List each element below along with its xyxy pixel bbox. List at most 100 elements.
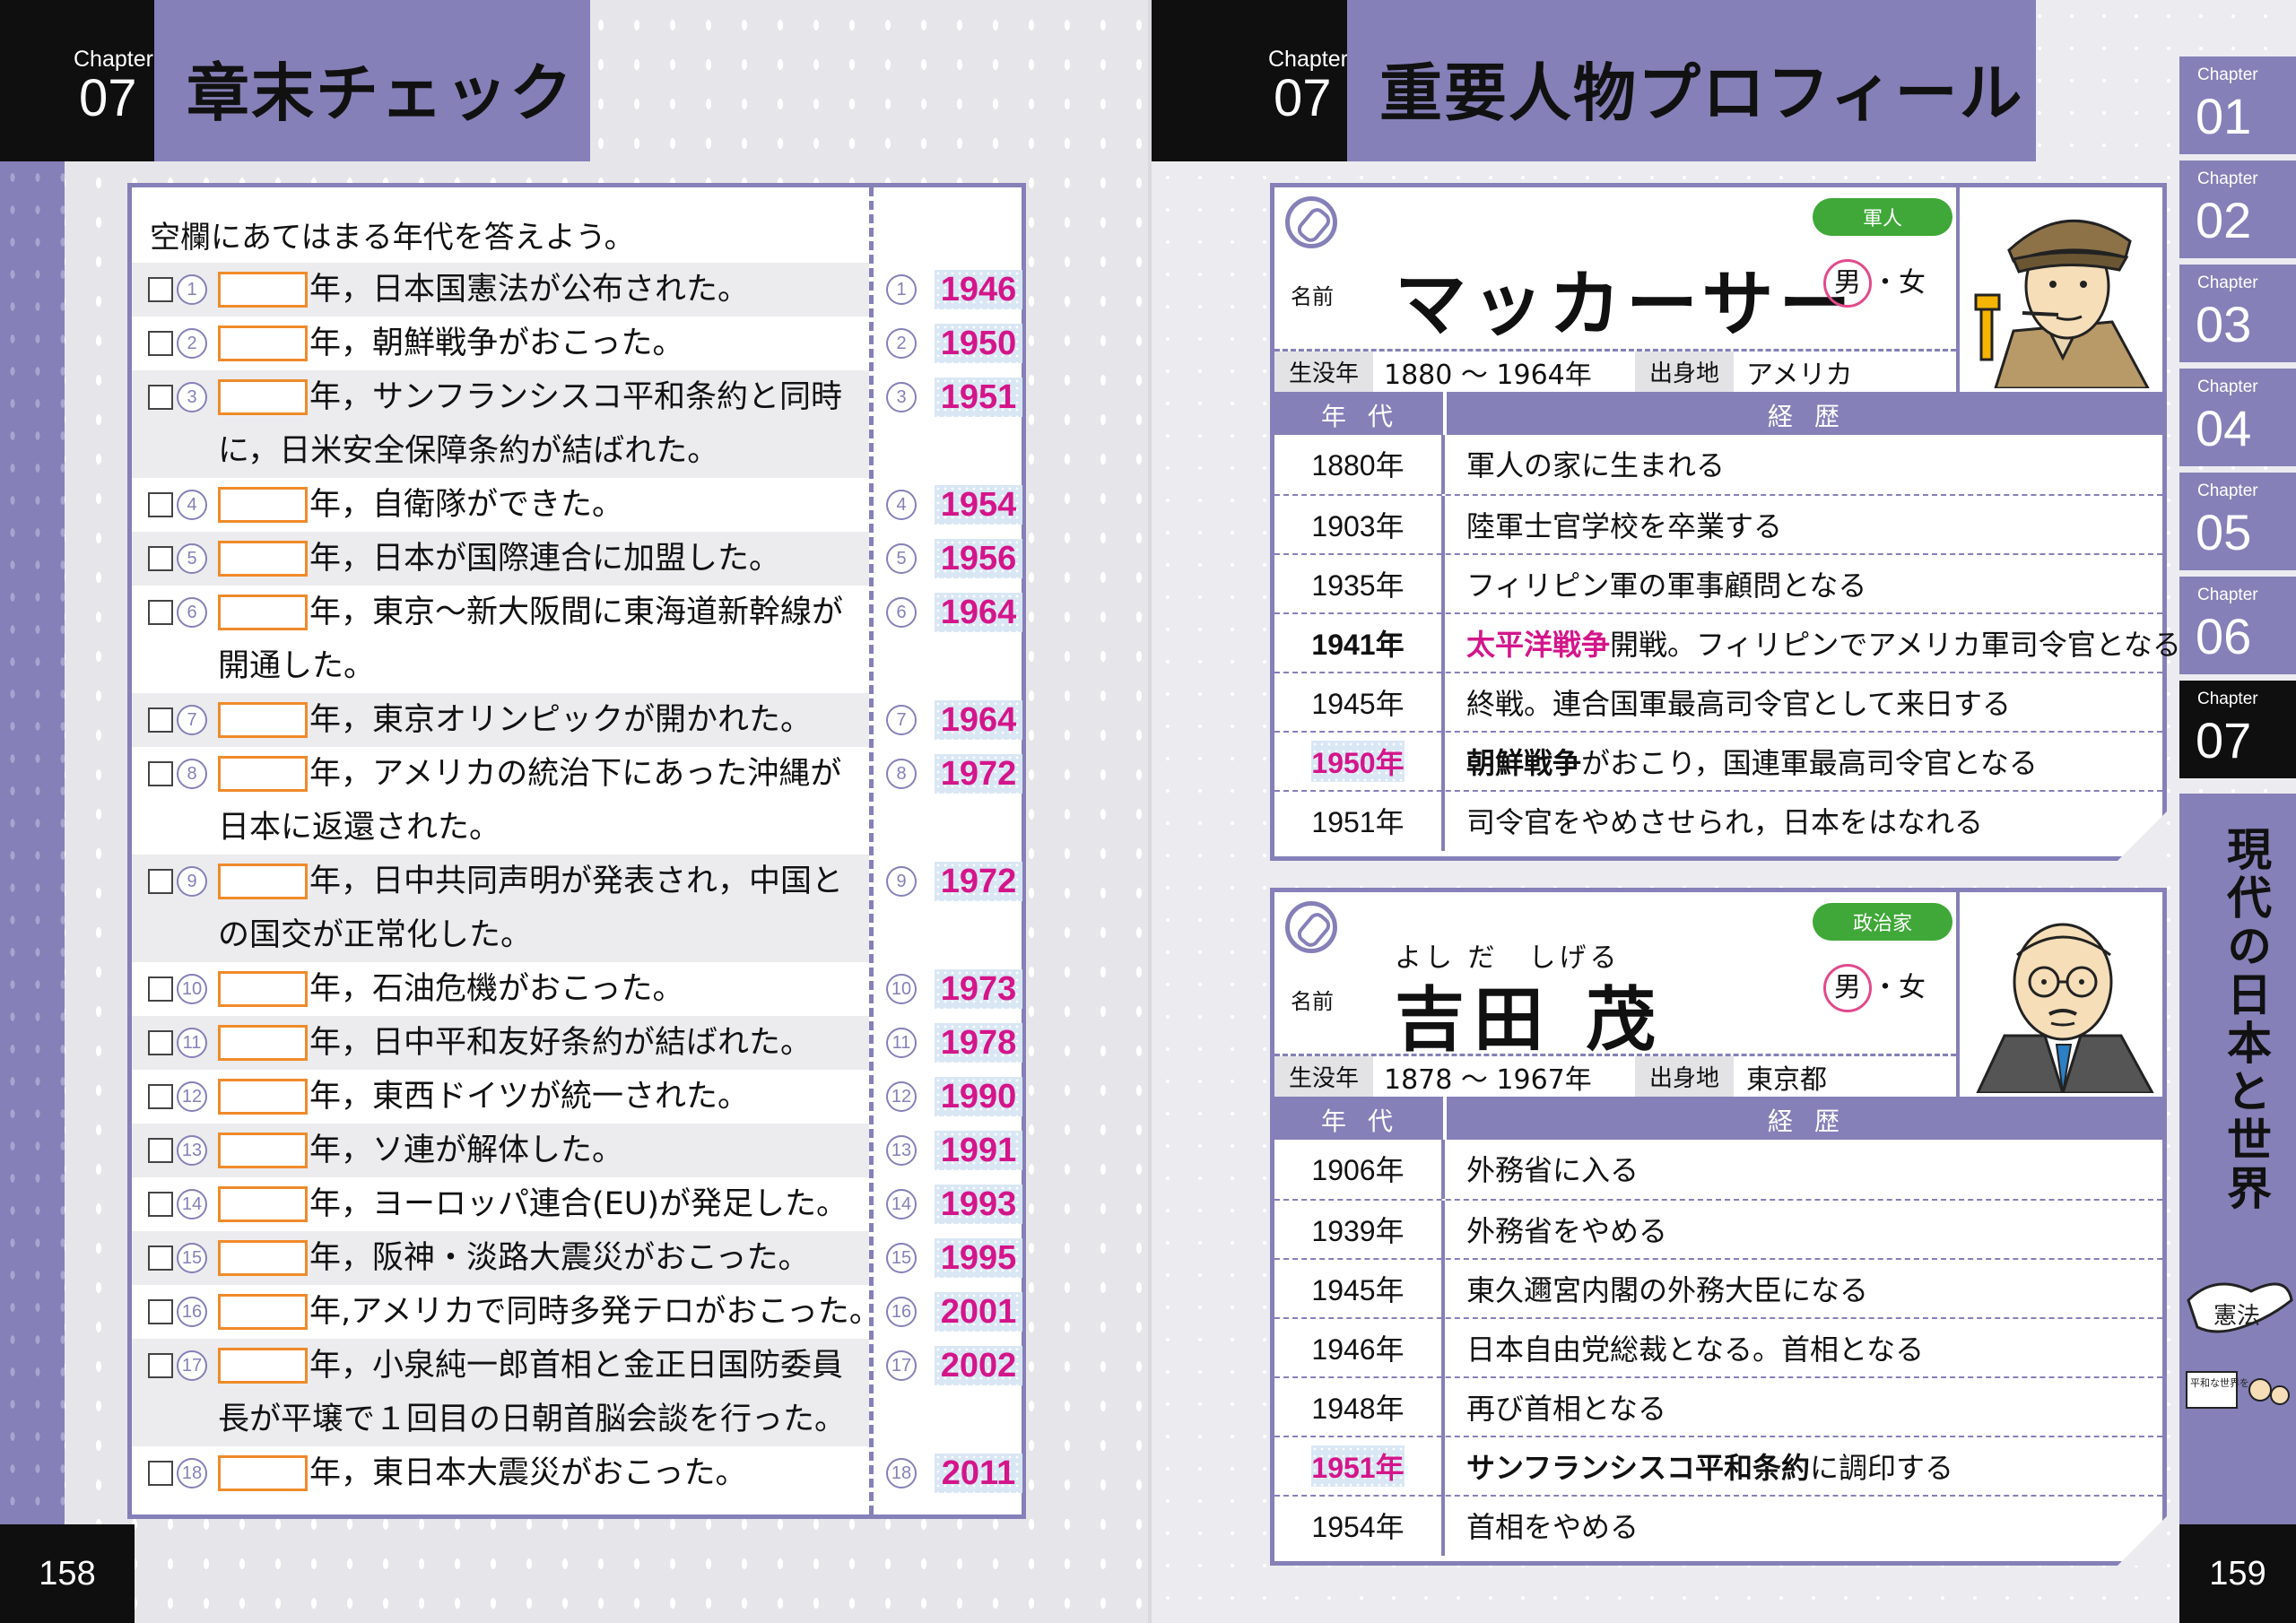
answer-item: 3 1951 — [881, 370, 1024, 424]
answer-blank[interactable] — [218, 1294, 308, 1330]
column-divider — [1441, 555, 1445, 614]
question-checkbox[interactable] — [148, 1138, 173, 1163]
answer-year: 1995 — [935, 1238, 1022, 1278]
history-year-text: 1948年 — [1311, 1393, 1405, 1425]
side-tab-word: Chapter — [2197, 169, 2258, 188]
question-text: 年，ソ連が解体した。 — [309, 1133, 624, 1168]
side-tab-chapter-07[interactable]: Chapter 07 — [2179, 678, 2296, 778]
answer-blank[interactable] — [218, 756, 308, 792]
answer-blank[interactable] — [218, 971, 308, 1007]
answer-year: 1991 — [935, 1131, 1022, 1170]
answer-year: 1946 — [935, 270, 1022, 309]
side-tab-chapter-06[interactable]: Chapter 06 — [2179, 574, 2296, 674]
lifespan-value: 1880 ～ 1964年 — [1384, 359, 1592, 391]
question-checkbox[interactable] — [148, 277, 173, 302]
question-text: 年，日中平和友好条約が結ばれた。 — [309, 1025, 813, 1061]
answer-blank[interactable] — [218, 702, 308, 738]
history-event: 朝鮮戦争 がおこり，国連軍最高司令官となる — [1466, 733, 2038, 790]
history-text: 外務省をやめる — [1466, 1214, 1668, 1248]
question-checkbox[interactable] — [148, 1030, 173, 1055]
question-checkbox[interactable] — [148, 385, 173, 410]
question-number: 16 — [177, 1297, 207, 1327]
history-row: 1906年 外務省に入る — [1274, 1140, 2162, 1199]
answer-year: 1978 — [935, 1023, 1022, 1063]
history-event: 外務省をやめる — [1466, 1201, 1667, 1258]
role-badge: 軍人 — [1813, 198, 1952, 236]
question-checkbox[interactable] — [148, 546, 173, 571]
side-tab-chapter-02[interactable]: Chapter 02 — [2179, 158, 2296, 258]
question-checkbox[interactable] — [148, 1353, 173, 1378]
question-number: 11 — [177, 1028, 207, 1058]
question-checkbox[interactable] — [148, 976, 173, 1002]
question-checkbox[interactable] — [148, 707, 173, 733]
question-text: 年，日本が国際連合に加盟した。 — [309, 541, 781, 577]
answer-blank[interactable] — [218, 1348, 308, 1384]
history-keyword: 朝鮮戦争 — [1466, 746, 1582, 780]
page-number-right: 159 — [2179, 1524, 2296, 1623]
side-tab-chapter-04[interactable]: Chapter 04 — [2179, 366, 2296, 466]
history-text: 首相をやめる — [1466, 1510, 1639, 1544]
answer-blank[interactable] — [218, 864, 308, 899]
question-checkbox[interactable] — [148, 331, 173, 356]
question-checkbox[interactable] — [148, 600, 173, 625]
history-row: 1945年 終戦。連合国軍最高司令官として来日する — [1274, 672, 2162, 733]
gender-male: 男 — [1823, 259, 1872, 308]
question-checkbox[interactable] — [148, 869, 173, 894]
answer-blank[interactable] — [218, 1025, 308, 1061]
answer-blank[interactable] — [218, 1455, 308, 1491]
answer-blank[interactable] — [218, 272, 308, 308]
answer-item: 12 1990 — [881, 1070, 1024, 1124]
col-history-header: 経歴 — [1768, 1107, 1862, 1136]
side-tab-chapter-01[interactable]: Chapter 01 — [2179, 54, 2296, 154]
quiz-question: 2 年，朝鮮戦争がおこった。 — [132, 317, 869, 370]
history-year-text: 1935年 — [1311, 569, 1405, 602]
quiz-question: 12 年，東西ドイツが統一された。 — [132, 1070, 869, 1124]
answer-number: 3 — [886, 382, 917, 412]
history-year: 1941年 — [1274, 614, 1441, 672]
side-tab-chapter-05[interactable]: Chapter 05 — [2179, 470, 2296, 570]
gender-selector: 男・女 — [1823, 259, 1926, 308]
question-checkbox[interactable] — [148, 1461, 173, 1486]
column-divider — [1441, 614, 1445, 673]
page-fold-corner — [2118, 812, 2167, 861]
quiz-instruction: 空欄にあてはまる年代を答えよう。 — [150, 220, 635, 256]
side-tab-chapter-03[interactable]: Chapter 03 — [2179, 262, 2296, 362]
birthplace-value: 東京都 — [1746, 1063, 1827, 1096]
question-checkbox[interactable] — [148, 761, 173, 786]
name-label: 名前 — [1291, 989, 1334, 1014]
question-checkbox[interactable] — [148, 1192, 173, 1217]
quiz-question: 5 年，日本が国際連合に加盟した。 — [132, 532, 869, 586]
history-year-highlight: 1951年 — [1311, 1445, 1405, 1487]
profile-card-macarthur: 軍人 名前 マッカーサー 男・女 生没年 1880 ～ 1964年 出身地 アメ… — [1270, 183, 2181, 861]
quiz-card: 空欄にあてはまる年代を答えよう。 1 年，日本国憲法が公布された。 1 1946 2 年，… — [127, 183, 1026, 1519]
question-checkbox[interactable] — [148, 1245, 173, 1271]
answer-blank[interactable] — [218, 595, 308, 630]
question-checkbox[interactable] — [148, 492, 173, 517]
question-number: 6 — [177, 597, 207, 628]
answer-item: 17 2002 — [881, 1339, 1024, 1393]
lifespan-label: 生没年 — [1274, 1056, 1373, 1097]
answer-number: 18 — [886, 1458, 917, 1488]
answer-blank[interactable] — [218, 325, 308, 361]
answer-blank[interactable] — [218, 1133, 308, 1168]
answer-blank[interactable] — [218, 1186, 308, 1222]
history-year: 1935年 — [1274, 555, 1441, 612]
history-event: サンフランシスコ平和条約 に調印する — [1466, 1437, 1953, 1495]
title-banner-right: 重要人物プロフィール — [1347, 0, 2036, 161]
question-checkbox[interactable] — [148, 1299, 173, 1324]
history-year: 1951年 — [1274, 792, 1441, 849]
answer-blank[interactable] — [218, 1240, 308, 1276]
side-tab-word: Chapter — [2197, 273, 2258, 292]
answer-blank[interactable] — [218, 487, 308, 523]
quiz-question: 11 年，日中平和友好条約が結ばれた。 — [132, 1016, 869, 1070]
history-row: 1950年 朝鮮戦争 がおこり，国連軍最高司令官となる — [1274, 731, 2162, 792]
question-text: 年，東京オリンピックが開かれた。 — [309, 702, 813, 738]
question-text: 年，サンフランシスコ平和条約と同時 — [309, 379, 842, 415]
answer-blank[interactable] — [218, 1079, 308, 1115]
answer-blank[interactable] — [218, 541, 308, 577]
history-text: に調印する — [1810, 1451, 1954, 1485]
answer-blank[interactable] — [218, 379, 308, 415]
question-checkbox[interactable] — [148, 1084, 173, 1109]
lifespan-value: 1878 ～ 1967年 — [1384, 1063, 1592, 1096]
answer-number: 17 — [886, 1350, 917, 1381]
